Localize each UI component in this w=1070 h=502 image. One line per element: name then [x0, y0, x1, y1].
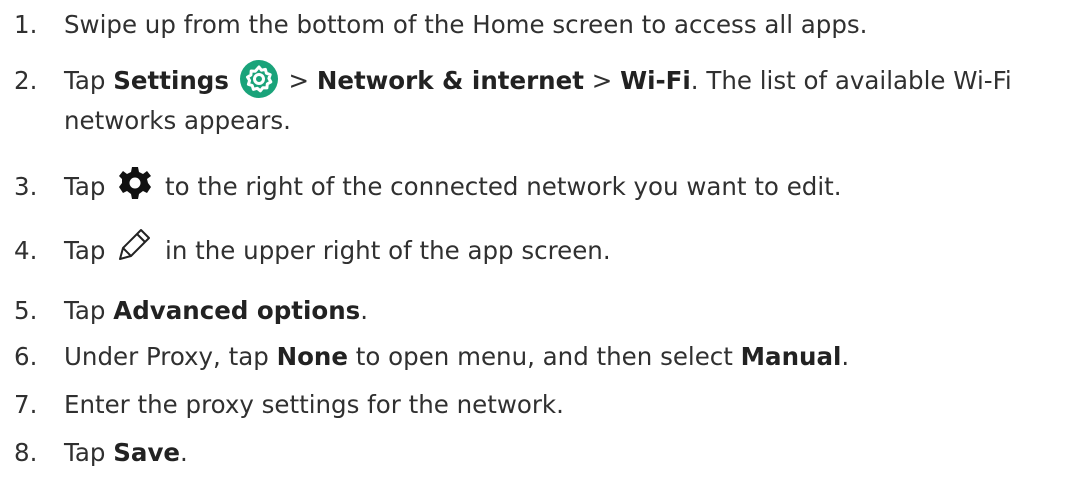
step-text: . The list of available Wi-Fi [690, 66, 1012, 95]
step-text: Tap [64, 66, 114, 95]
step-text: to the right of the connected network yo… [157, 172, 842, 201]
advanced-options-label: Advanced options [113, 296, 361, 325]
step-2: 2. Tap Settings > Network & internet > Wi… [14, 59, 1060, 139]
step-text: Tap [64, 236, 114, 265]
step-6: 6. Under Proxy, tap None to open menu, an… [14, 338, 1060, 375]
step-4: 4. Tap in the upper right of the app scre… [14, 229, 1060, 270]
step-8: 8. Tap Save. [14, 434, 1060, 471]
settings-label: Settings [113, 66, 229, 95]
manual-label: Manual [740, 342, 842, 371]
settings-app-icon [239, 59, 279, 99]
step-text: . [360, 296, 369, 325]
step-text: Tap [64, 296, 114, 325]
step-number: 2. [14, 66, 38, 95]
network-internet-label: Network & internet [316, 66, 584, 95]
step-text: Tap [64, 438, 114, 467]
step-continuation: networks appears. [64, 106, 291, 135]
step-1: 1. Swipe up from the bottom of the Home s… [14, 6, 1060, 43]
step-5: 5. Tap Advanced options. [14, 292, 1060, 329]
step-text: in the upper right of the app screen. [157, 236, 611, 265]
step-number: 5. [14, 296, 38, 325]
separator: > [583, 66, 621, 95]
step-number: 3. [14, 172, 38, 201]
step-text: . [841, 342, 850, 371]
step-number: 8. [14, 438, 38, 467]
step-text: Tap [64, 172, 114, 201]
save-label: Save [113, 438, 181, 467]
step-number: 6. [14, 342, 38, 371]
step-7: 7. Enter the proxy settings for the netwo… [14, 386, 1060, 423]
step-text: to open menu, and then select [348, 342, 741, 371]
gear-icon [117, 165, 153, 201]
step-number: 1. [14, 10, 38, 39]
step-number: 4. [14, 236, 38, 265]
pencil-icon [117, 226, 153, 262]
step-number: 7. [14, 390, 38, 419]
step-text: Enter the proxy settings for the network… [64, 390, 564, 419]
step-text: Swipe up from the bottom of the Home scr… [64, 10, 868, 39]
separator: > [280, 66, 317, 95]
step-3: 3. Tap to the right of the connected netw… [14, 165, 1060, 206]
wifi-label: Wi-Fi [620, 66, 691, 95]
step-text: . [180, 438, 188, 467]
none-label: None [276, 342, 348, 371]
step-text: Under Proxy, tap [64, 342, 277, 371]
